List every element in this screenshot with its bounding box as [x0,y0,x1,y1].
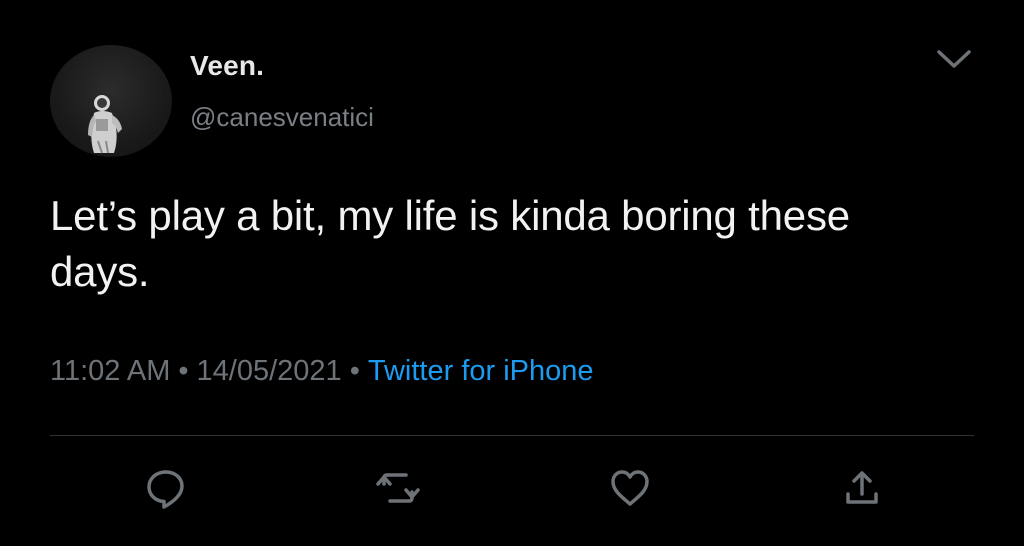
avatar[interactable] [50,45,172,157]
tweet-source-link[interactable]: Twitter for iPhone [368,355,594,387]
share-icon[interactable] [840,466,884,510]
tweet-text: Let’s play a bit, my life is kinda borin… [50,192,850,295]
tweet-date: 14/05/2021 [196,355,342,387]
divider [50,435,974,436]
meta-separator: • [178,355,189,387]
heart-icon[interactable] [608,466,652,510]
user-handle[interactable]: @canesvenatici [190,102,374,133]
reply-icon[interactable] [144,466,188,510]
meta-separator: • [349,355,360,387]
display-name[interactable]: Veen. [190,50,264,82]
retweet-icon[interactable] [376,466,420,510]
astronaut-icon [88,95,122,154]
chevron-down-icon[interactable] [934,44,974,74]
tweet-meta: 11:02 AM • 14/05/2021 • Twitter for iPhone [50,355,594,388]
tweet-time: 11:02 AM [50,355,171,387]
